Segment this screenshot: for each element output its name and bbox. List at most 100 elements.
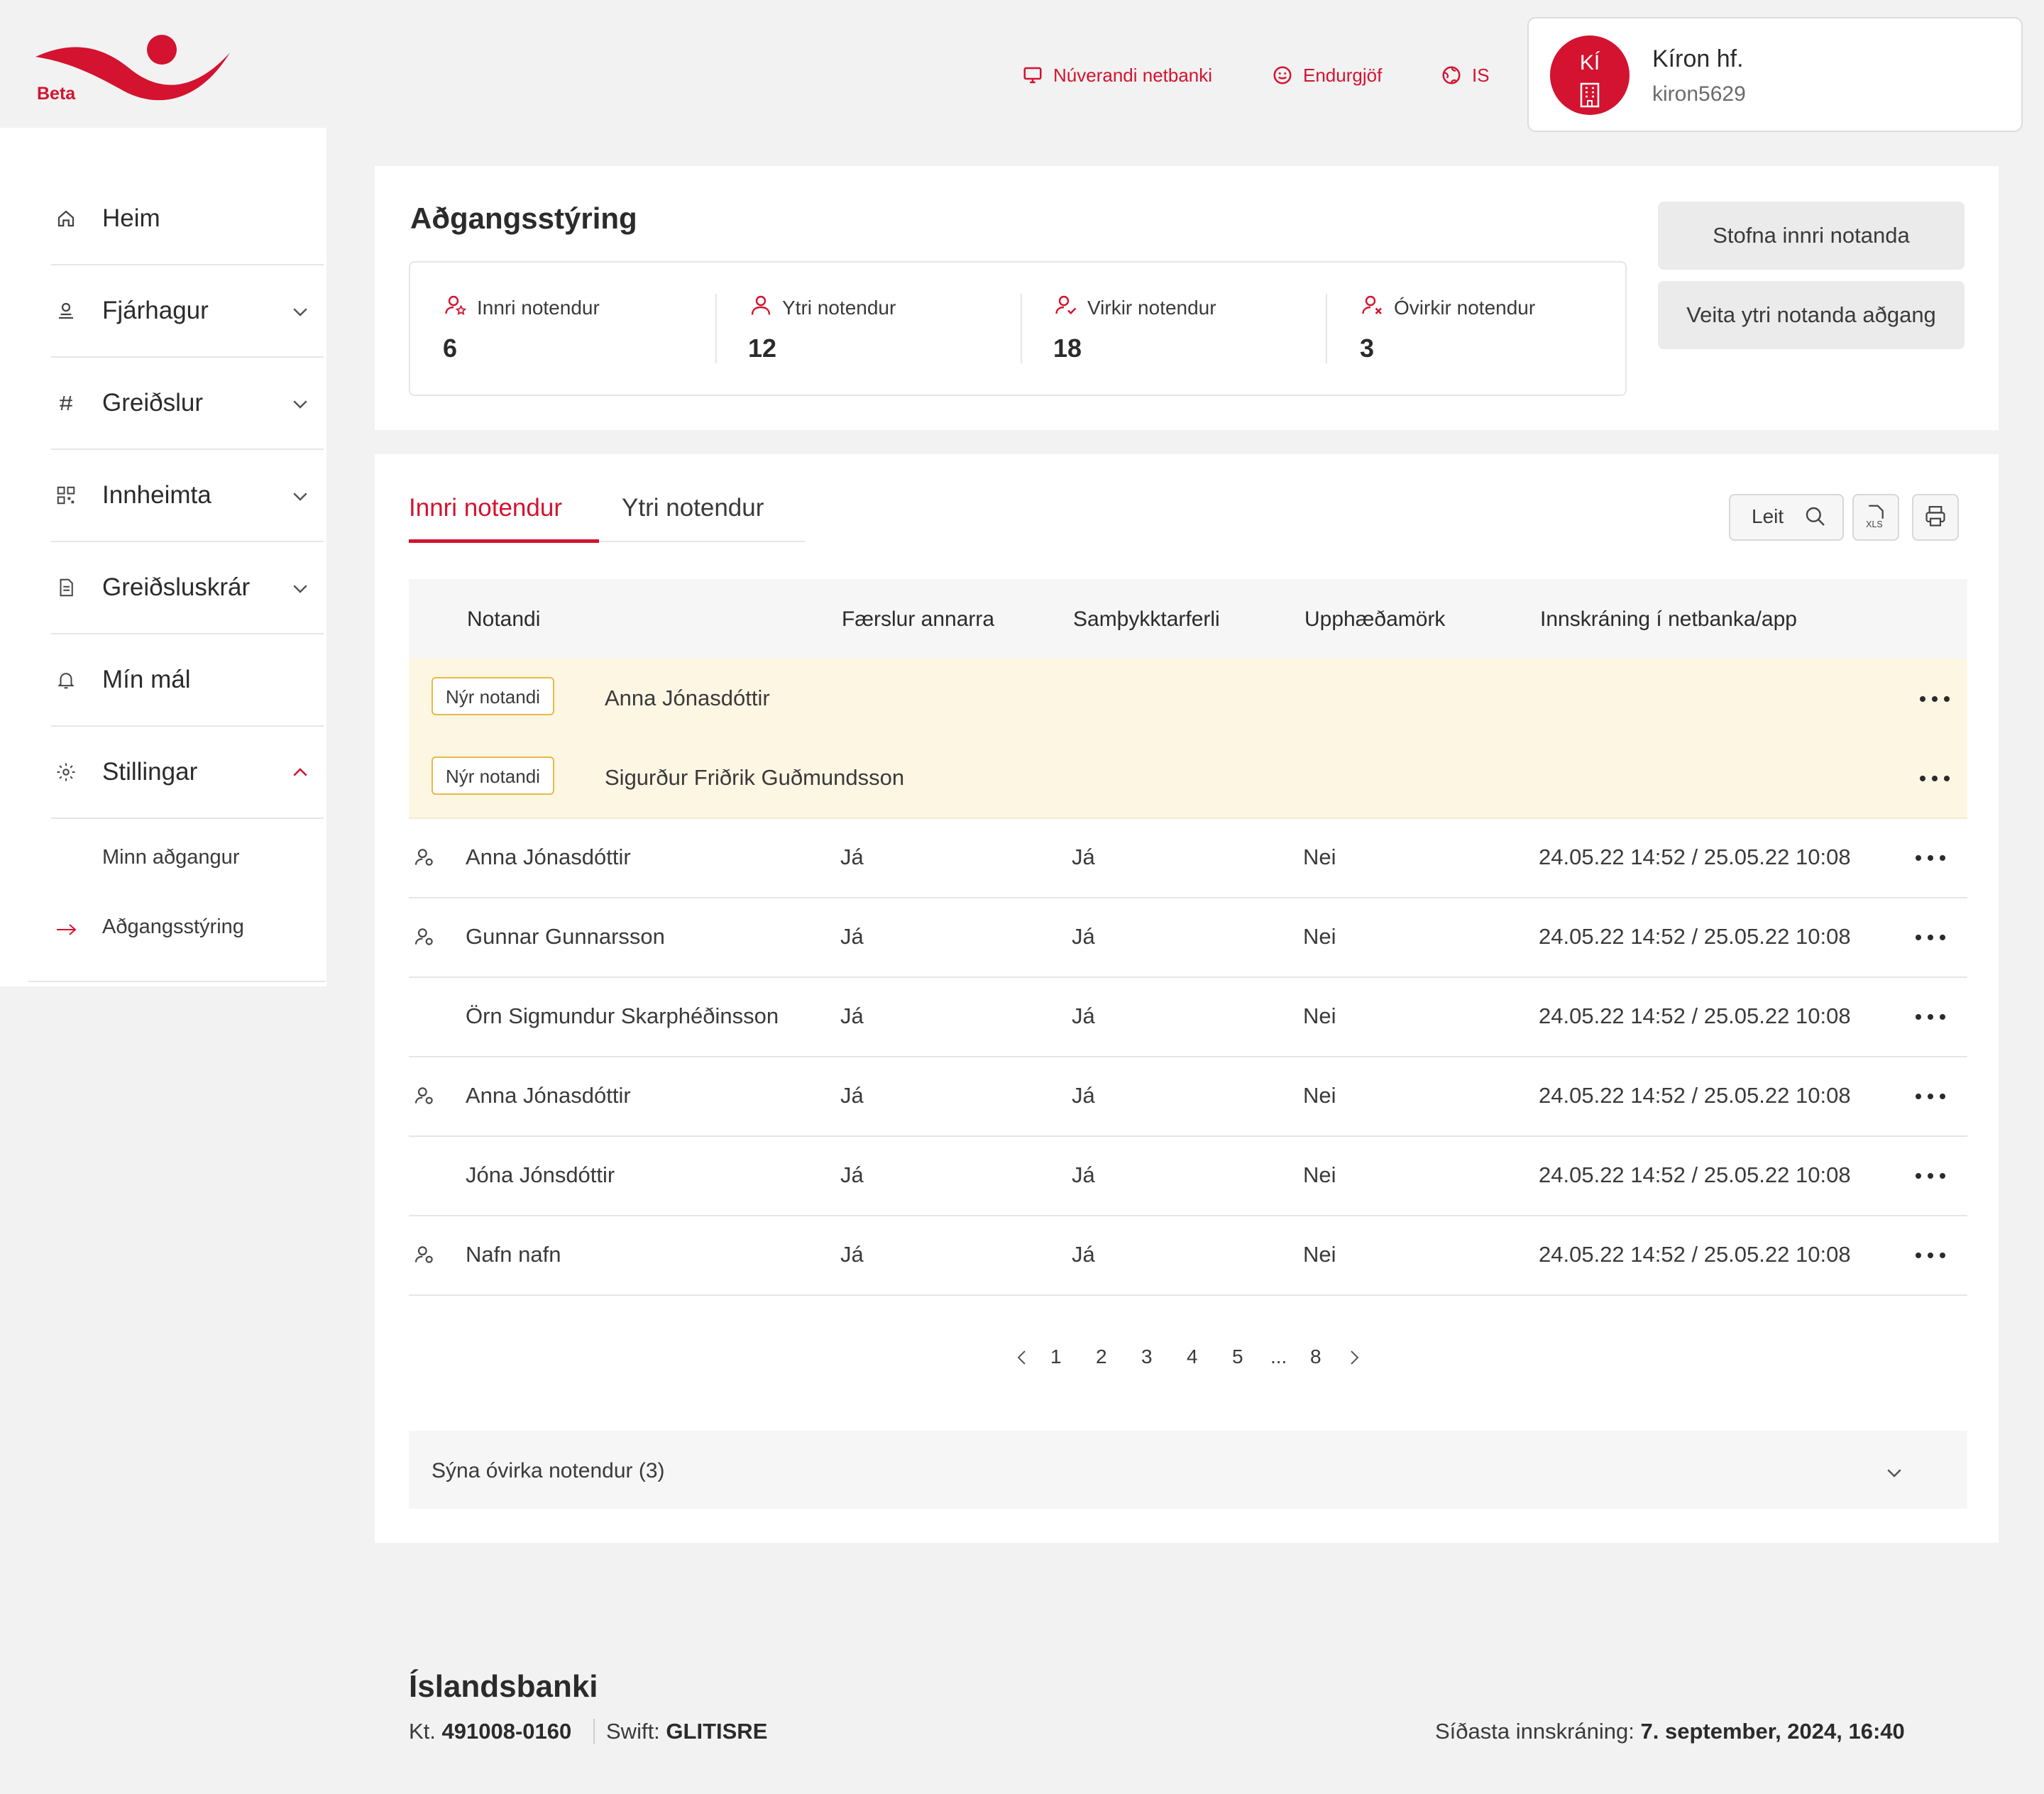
stat-internal-users: Innri notendur 6 bbox=[443, 263, 748, 395]
sidebar-divider bbox=[28, 981, 325, 982]
user-name: Anna Jónasdóttir bbox=[466, 1083, 631, 1108]
payments-icon bbox=[60, 395, 72, 411]
sidebar-item-greidsluskrar[interactable]: Greiðsluskrár bbox=[51, 542, 324, 634]
more-options-icon[interactable] bbox=[1919, 775, 1950, 782]
stat-label: Ytri notendur bbox=[782, 297, 896, 319]
user-name: Anna Jónasdóttir bbox=[605, 686, 770, 710]
others-transactions: Já bbox=[840, 1083, 864, 1108]
avatar-initials: KÍ bbox=[1579, 51, 1600, 75]
print-button[interactable] bbox=[1912, 494, 1959, 541]
current-netbank-link[interactable]: Núverandi netbanki bbox=[1022, 61, 1212, 89]
table-row-new-user[interactable]: Nýr notandi Sigurður Friðrik Guðmundsson bbox=[409, 738, 1967, 819]
tab-internal-users[interactable]: Innri notendur bbox=[409, 494, 562, 522]
arrow-right-icon bbox=[57, 924, 77, 935]
table-row[interactable]: Nafn nafn Já Já Nei 24.05.22 14:52 / 25.… bbox=[409, 1215, 1967, 1296]
user-star-icon bbox=[445, 295, 467, 315]
user-name: Jóna Jónsdóttir bbox=[466, 1162, 615, 1187]
chevron-down-icon bbox=[293, 492, 307, 501]
page-2[interactable]: 2 bbox=[1096, 1346, 1107, 1368]
more-options-icon[interactable] bbox=[1915, 934, 1946, 941]
approval-process: Já bbox=[1072, 1162, 1095, 1187]
amount-limits: Nei bbox=[1303, 1003, 1336, 1028]
stat-divider bbox=[715, 294, 717, 363]
page-1[interactable]: 1 bbox=[1050, 1346, 1062, 1368]
others-transactions: Já bbox=[840, 1003, 864, 1028]
more-options-icon[interactable] bbox=[1915, 854, 1946, 862]
swift-label: Swift: bbox=[606, 1719, 660, 1744]
next-page-icon[interactable] bbox=[1346, 1347, 1363, 1368]
chevron-down-icon bbox=[293, 400, 307, 409]
more-options-icon[interactable] bbox=[1915, 1093, 1946, 1100]
page-5[interactable]: 5 bbox=[1232, 1346, 1243, 1368]
sidebar-subitem-minn-adgangur[interactable]: Minn aðgangur bbox=[102, 846, 239, 869]
amount-limits: Nei bbox=[1303, 1083, 1336, 1108]
new-user-badge: Nýr notandi bbox=[432, 677, 554, 715]
print-icon bbox=[1925, 506, 1945, 527]
page-8[interactable]: 8 bbox=[1310, 1346, 1322, 1368]
monitor-icon bbox=[1023, 67, 1042, 84]
others-transactions: Já bbox=[840, 1242, 864, 1267]
grant-external-access-button[interactable]: Veita ytri notanda aðgang bbox=[1658, 281, 1965, 349]
avatar: KÍ bbox=[1550, 35, 1630, 115]
table-row-new-user[interactable]: Nýr notandi Anna Jónasdóttir bbox=[409, 659, 1967, 739]
building-icon bbox=[1580, 82, 1600, 108]
sidebar-item-fjarhagur[interactable]: Fjárhagur bbox=[51, 265, 324, 358]
sidebar-item-innheimta[interactable]: Innheimta bbox=[51, 450, 324, 542]
stat-active-users: Virkir notendur 18 bbox=[1053, 263, 1358, 395]
column-header-others-transactions: Færslur annarra bbox=[842, 607, 995, 631]
stat-divider bbox=[1326, 294, 1327, 363]
bell-icon bbox=[57, 673, 75, 689]
sidebar-item-heim[interactable]: Heim bbox=[51, 173, 324, 265]
show-inactive-users-toggle[interactable]: Sýna óvirka notendur (3) bbox=[409, 1431, 1967, 1509]
smiley-icon bbox=[1273, 66, 1292, 84]
more-options-icon[interactable] bbox=[1915, 1172, 1946, 1179]
search-icon bbox=[1806, 507, 1825, 526]
stat-label: Virkir notendur bbox=[1087, 297, 1216, 319]
globe-icon bbox=[1442, 66, 1461, 84]
current-netbank-label: Núverandi netbanki bbox=[1053, 64, 1213, 86]
user-key-icon bbox=[414, 1246, 433, 1263]
sidebar-item-label: Mín mál bbox=[102, 666, 191, 693]
user-card[interactable]: KÍ Kíron hf. kiron5629 bbox=[1527, 17, 2023, 132]
feedback-link[interactable]: Endurgjöf bbox=[1272, 61, 1382, 89]
create-internal-user-button[interactable]: Stofna innri notanda bbox=[1658, 202, 1965, 270]
tab-external-users[interactable]: Ytri notendur bbox=[622, 494, 764, 522]
table-row[interactable]: Jóna Jónsdóttir Já Já Nei 24.05.22 14:52… bbox=[409, 1135, 1967, 1216]
language-switch[interactable]: IS bbox=[1441, 61, 1490, 89]
more-options-icon[interactable] bbox=[1915, 1013, 1946, 1020]
stat-inactive-users: Óvirkir notendur 3 bbox=[1360, 263, 1665, 395]
export-xls-button[interactable]: XLS bbox=[1852, 494, 1899, 541]
approval-process: Já bbox=[1072, 1083, 1095, 1108]
users-card: Innri notendur Ytri notendur Leit XLS No… bbox=[375, 454, 1999, 1543]
footer-last-login: Síðasta innskráning: 7. september, 2024,… bbox=[1435, 1719, 1905, 1744]
page-4[interactable]: 4 bbox=[1187, 1346, 1198, 1368]
amount-limits: Nei bbox=[1303, 1162, 1336, 1187]
sidebar-subitem-adgangsstyring[interactable]: Aðgangsstýring bbox=[102, 915, 244, 939]
table-row[interactable]: Anna Jónasdóttir Já Já Nei 24.05.22 14:5… bbox=[409, 1056, 1967, 1137]
user-name: Sigurður Friðrik Guðmundsson bbox=[605, 765, 905, 790]
kt-value: 491008-0160 bbox=[441, 1719, 572, 1744]
sidebar-item-stillingar[interactable]: Stillingar bbox=[51, 727, 324, 819]
kt-label: Kt. bbox=[409, 1719, 436, 1744]
sidebar-item-min-mal[interactable]: Mín mál bbox=[51, 634, 324, 727]
prev-page-icon[interactable] bbox=[1013, 1347, 1031, 1368]
search-button[interactable]: Leit bbox=[1729, 494, 1844, 541]
page-3[interactable]: 3 bbox=[1141, 1346, 1153, 1368]
column-header-amount-limits: Upphæðamörk bbox=[1304, 607, 1446, 631]
username: kiron5629 bbox=[1652, 82, 1746, 106]
table-row[interactable]: Anna Jónasdóttir Já Já Nei 24.05.22 14:5… bbox=[409, 818, 1967, 898]
page-ellipsis: ... bbox=[1270, 1346, 1287, 1367]
sidebar-item-greidslur[interactable]: Greiðslur bbox=[51, 358, 324, 450]
stat-value: 6 bbox=[443, 334, 458, 363]
column-header-login: Innskráning í netbanka/app bbox=[1540, 607, 1797, 631]
more-options-icon[interactable] bbox=[1915, 1252, 1946, 1259]
table-row[interactable]: Örn Sigmundur Skarphéðinsson Já Já Nei 2… bbox=[409, 976, 1967, 1057]
beta-label: Beta bbox=[37, 84, 76, 104]
user-key-icon bbox=[414, 928, 433, 945]
user-name: Anna Jónasdóttir bbox=[466, 844, 631, 869]
stat-value: 18 bbox=[1053, 334, 1082, 363]
svg-text:XLS: XLS bbox=[1866, 519, 1883, 529]
more-options-icon[interactable] bbox=[1919, 695, 1950, 703]
user-stats: Innri notendur 6 Ytri notendur 12 Virkir… bbox=[409, 261, 1627, 396]
table-row[interactable]: Gunnar Gunnarsson Já Já Nei 24.05.22 14:… bbox=[409, 897, 1967, 978]
